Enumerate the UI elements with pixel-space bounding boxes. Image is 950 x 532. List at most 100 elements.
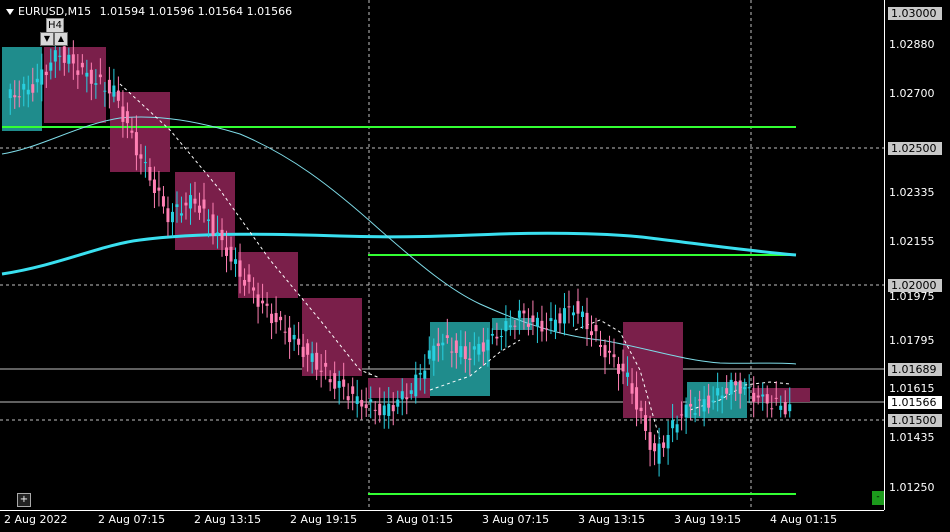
candle-body — [459, 346, 463, 358]
candle-body — [504, 321, 508, 332]
candle-body — [369, 399, 373, 402]
candle-body — [400, 391, 404, 400]
candle-body — [247, 274, 251, 282]
bull-zone — [687, 382, 747, 418]
crosshair-icon[interactable]: + — [17, 493, 31, 507]
candle-body — [166, 208, 170, 223]
candle-body — [364, 404, 368, 409]
candle-body — [508, 325, 512, 328]
candle-body — [360, 399, 364, 407]
candle-body — [752, 392, 756, 402]
candle-body — [94, 83, 98, 85]
candle-body — [734, 381, 738, 386]
candle-body — [292, 334, 296, 340]
candle-body — [499, 335, 503, 337]
candle-body — [17, 96, 21, 98]
triangle-down-icon[interactable]: ▼ — [40, 32, 54, 46]
candle-body — [571, 312, 575, 316]
candle-body — [207, 219, 211, 221]
candle-body — [89, 69, 93, 84]
candle-body — [13, 95, 17, 98]
candle-body — [603, 345, 607, 358]
bull-zone — [430, 322, 490, 396]
candle-body — [472, 346, 476, 350]
connection-status-button[interactable]: - — [872, 491, 884, 505]
candle-body — [463, 346, 467, 360]
candle-body — [346, 396, 350, 401]
candle-body — [288, 327, 292, 343]
candle-body — [26, 89, 30, 95]
price-chart[interactable] — [0, 0, 950, 531]
candle-body — [657, 443, 661, 464]
candle-body — [517, 310, 521, 318]
candle-body — [58, 55, 62, 57]
candle-body — [310, 353, 314, 362]
candle-body — [562, 308, 566, 324]
candle-body — [535, 317, 539, 327]
candle-body — [161, 196, 165, 207]
candle-body — [297, 338, 301, 345]
candle-body — [675, 424, 679, 433]
candle-body — [391, 405, 395, 412]
candle-body — [373, 409, 377, 411]
candle-body — [580, 311, 584, 317]
candle-body — [382, 405, 386, 416]
candle-body — [337, 381, 341, 388]
candle-body — [216, 232, 220, 236]
triangle-up-icon[interactable]: ▲ — [54, 32, 68, 46]
candle-body — [315, 352, 319, 370]
candle-body — [170, 211, 174, 223]
time-label: 3 Aug 01:15 — [386, 513, 454, 526]
candle-body — [553, 319, 557, 332]
candle-body — [770, 408, 774, 410]
menu-triangle-icon[interactable] — [6, 9, 14, 15]
candle-body — [639, 407, 643, 412]
candle-body — [387, 403, 391, 416]
candle-body — [306, 343, 310, 355]
candle-body — [481, 342, 485, 352]
candle-body — [558, 313, 562, 324]
price-label: 1.01975 — [889, 290, 935, 303]
candle-body — [234, 259, 238, 264]
candle-body — [103, 90, 107, 92]
candle-body — [540, 320, 544, 332]
candle-body — [67, 54, 71, 64]
current-price-box: 1.01566 — [888, 396, 942, 409]
candle-body — [355, 396, 359, 404]
time-label: 4 Aug 01:15 — [770, 513, 838, 526]
price-level-box: 1.01689 — [888, 363, 942, 376]
candle-body — [522, 310, 526, 314]
candle-body — [139, 154, 143, 159]
candle-body — [626, 372, 630, 377]
candle-body — [229, 246, 233, 262]
candle-body — [378, 403, 382, 416]
candle-body — [756, 395, 760, 398]
candle-body — [599, 344, 603, 347]
price-label: 1.01250 — [889, 481, 935, 494]
candle-body — [526, 324, 530, 327]
chart-header: EURUSD,M15 1.01594 1.01596 1.01564 1.015… — [18, 5, 292, 18]
candle-body — [680, 414, 684, 416]
time-label: 3 Aug 19:15 — [674, 513, 742, 526]
candle-body — [486, 339, 490, 351]
timeframe-widget: H4 ▼ ▲ — [40, 18, 68, 46]
bear-zone — [238, 252, 298, 298]
time-label: 3 Aug 13:15 — [578, 513, 646, 526]
timeframe-label: H4 — [46, 18, 64, 33]
candle-body — [351, 386, 355, 394]
candle-body — [225, 247, 229, 256]
price-level-box: 1.02500 — [888, 142, 942, 155]
candle-body — [644, 415, 648, 431]
candle-body — [8, 89, 12, 99]
candle-body — [468, 358, 472, 360]
symbol-timeframe: EURUSD,M15 — [18, 5, 92, 18]
candle-body — [418, 372, 422, 375]
candle-body — [405, 397, 409, 400]
candle-body — [157, 187, 161, 191]
bear-zone — [110, 92, 170, 172]
candle-body — [788, 404, 792, 412]
price-label: 1.02155 — [889, 235, 935, 248]
candle-body — [653, 443, 657, 452]
candle-body — [666, 434, 670, 449]
bull-zone — [492, 318, 532, 330]
